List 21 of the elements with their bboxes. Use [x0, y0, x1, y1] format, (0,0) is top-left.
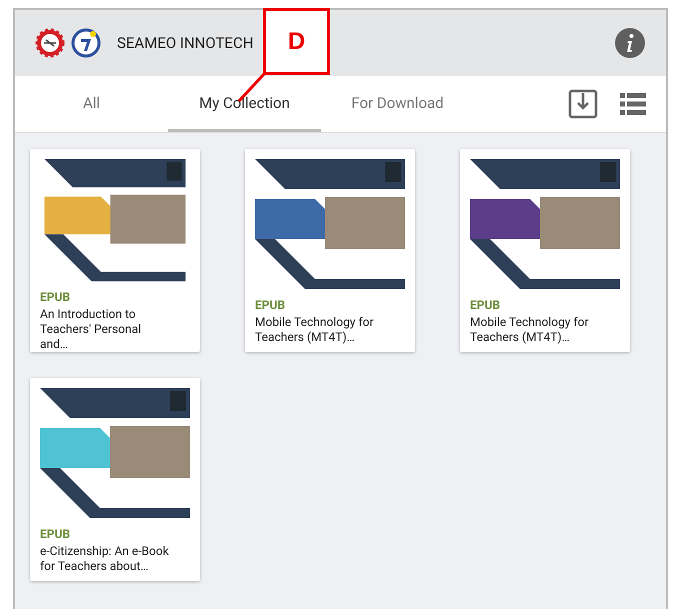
format-label: EPUB — [255, 298, 286, 312]
tab[interactable]: For Download — [321, 76, 474, 132]
book-card[interactable]: EPUB e-Citizenship: An e-Book for Teachers about… — [30, 378, 200, 581]
circle-logo-icon — [71, 28, 101, 58]
book-title: Mobile Technology for Teachers (MT4T)… — [470, 315, 590, 345]
app-title: SEAMEO INNOTECH — [117, 34, 254, 52]
book-card[interactable]: EPUB Mobile Technology for Teachers (MT4T)… — [245, 149, 415, 352]
book-title: e-Citizenship: An e-Book for Teachers about… — [40, 544, 170, 574]
book-title: An Introduction to Teachers' Personal and… — [40, 307, 142, 352]
callout-label: D — [263, 8, 330, 75]
gear-logo-icon — [35, 28, 65, 58]
book-card[interactable]: EPUB Mobile Technology for Teachers (MT4T)… — [460, 149, 630, 352]
info-icon[interactable] — [614, 27, 646, 59]
download-icon[interactable] — [568, 89, 598, 119]
format-label: EPUB — [40, 527, 72, 541]
tab[interactable]: All — [15, 76, 168, 132]
book-title: Mobile Technology for Teachers (MT4T)… — [255, 315, 375, 345]
format-label: EPUB — [40, 290, 72, 304]
book-card[interactable]: EPUB An Introduction to Teachers' Personal and… — [30, 149, 200, 352]
format-label: EPUB — [470, 298, 502, 312]
list-view-icon[interactable] — [620, 92, 646, 116]
